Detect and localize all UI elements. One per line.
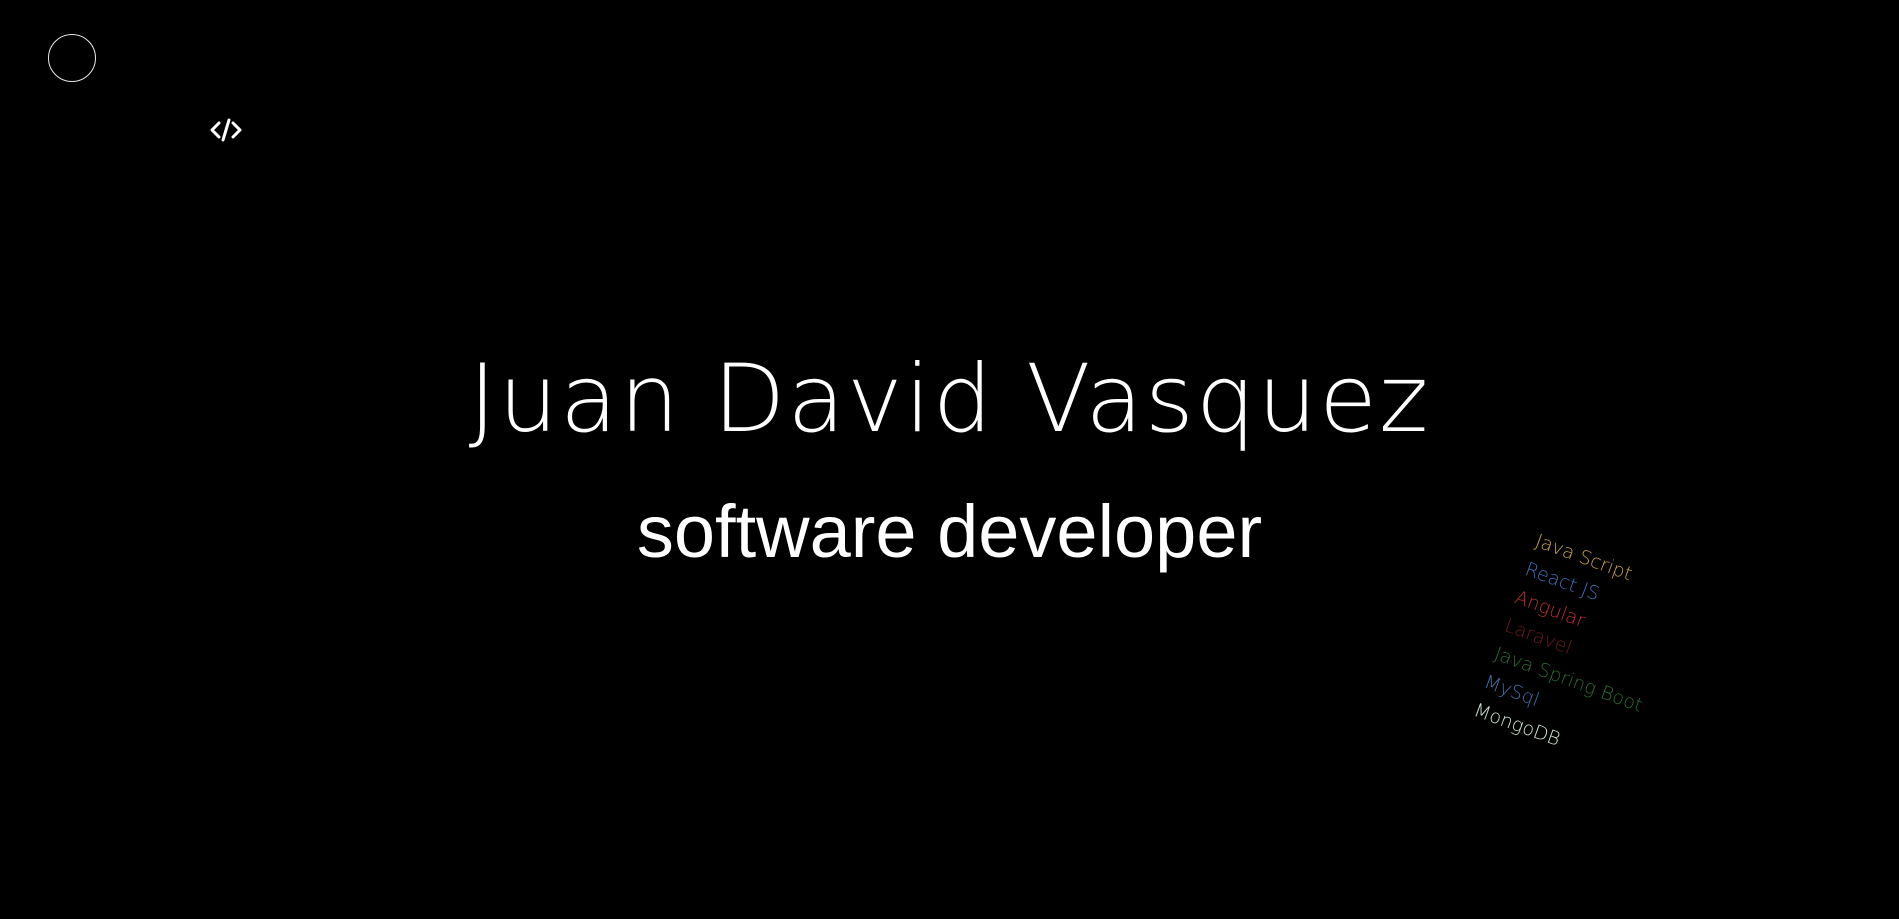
skill-mongodb: MongoDB (1470, 699, 1564, 751)
code-brackets-icon[interactable] (210, 116, 242, 144)
page: Juan David Vasquez software developer Ja… (0, 0, 1899, 919)
circle-menu-icon[interactable] (48, 34, 96, 82)
hero-name: Juan David Vasquez (468, 345, 1431, 454)
